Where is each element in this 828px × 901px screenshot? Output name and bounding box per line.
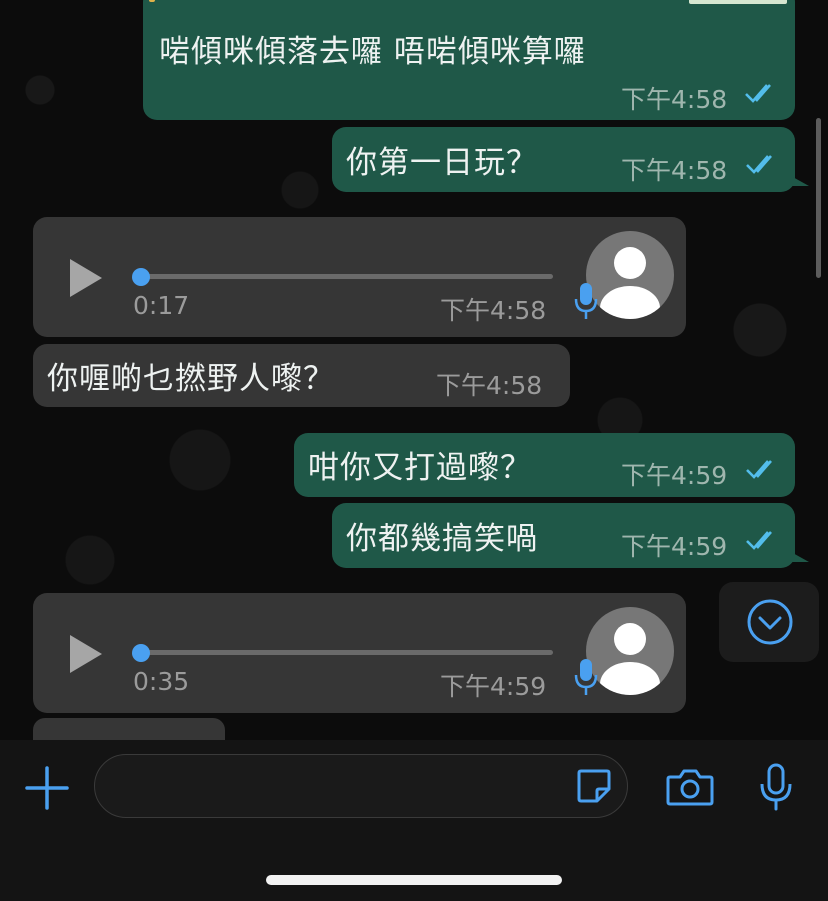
voice-progress-handle[interactable] xyxy=(132,268,150,286)
message-bubble-incoming[interactable]: 你喱啲乜撚野人嚟？ 下午4:58 xyxy=(33,344,570,407)
avatar xyxy=(586,231,674,319)
message-input[interactable] xyxy=(94,754,628,818)
voice-message-bubble[interactable]: 0:17 下午4:58 xyxy=(33,217,686,337)
scrollbar[interactable] xyxy=(816,118,821,278)
message-text: 你喱啲乜撚野人嚟？ xyxy=(47,361,335,397)
message-time: 下午4:58 xyxy=(621,85,728,114)
message-time: 下午4:59 xyxy=(621,461,728,490)
message-time: 下午4:58 xyxy=(440,296,547,325)
reply-preview-bar xyxy=(149,0,155,2)
reply-preview-thumbnail xyxy=(689,0,787,4)
read-receipt-icon xyxy=(746,531,772,550)
read-receipt-icon xyxy=(745,84,771,103)
voice-message-bubble[interactable]: 0:35 下午4:59 xyxy=(33,593,686,713)
read-receipt-icon xyxy=(746,155,772,174)
message-bubble-outgoing[interactable]: 你第一日玩？ 下午4:58 xyxy=(332,127,809,192)
play-icon[interactable] xyxy=(70,635,102,673)
voice-progress-track[interactable] xyxy=(133,650,553,655)
voice-progress-handle[interactable] xyxy=(132,644,150,662)
play-icon[interactable] xyxy=(70,259,102,297)
avatar xyxy=(586,607,674,695)
scroll-to-bottom-button[interactable] xyxy=(719,582,819,662)
camera-icon[interactable] xyxy=(666,767,714,807)
voice-duration: 0:17 xyxy=(133,291,190,320)
read-receipt-icon xyxy=(746,460,772,479)
message-bubble-outgoing[interactable]: 咁你又打過嚟？ 下午4:59 xyxy=(294,433,795,497)
message-bubble-outgoing[interactable]: 啱傾咪傾落去囉 唔啱傾咪算囉 下午4:58 xyxy=(143,0,795,120)
message-text: 你第一日玩？ xyxy=(346,145,538,181)
chevron-down-circle-icon xyxy=(747,599,793,645)
microphone-icon[interactable] xyxy=(759,762,793,812)
message-time: 下午4:59 xyxy=(440,672,547,701)
message-text: 啱傾咪傾落去囉 唔啱傾咪算囉 xyxy=(159,34,586,70)
voice-progress-track[interactable] xyxy=(133,274,553,279)
message-input-bar xyxy=(0,740,828,901)
message-bubble-partial[interactable] xyxy=(33,718,225,740)
home-indicator[interactable] xyxy=(266,875,562,885)
message-time: 下午4:58 xyxy=(621,156,728,185)
sticker-icon[interactable] xyxy=(575,767,613,805)
voice-duration: 0:35 xyxy=(133,667,190,696)
message-text: 你都幾搞笑喎 xyxy=(346,521,538,557)
message-bubble-outgoing[interactable]: 你都幾搞笑喎 下午4:59 xyxy=(332,503,809,568)
message-time: 下午4:58 xyxy=(436,371,543,400)
microphone-icon xyxy=(574,659,598,695)
message-time: 下午4:59 xyxy=(621,532,728,561)
message-text: 咁你又打過嚟？ xyxy=(308,450,532,486)
microphone-icon xyxy=(574,283,598,319)
plus-icon[interactable] xyxy=(25,766,69,810)
